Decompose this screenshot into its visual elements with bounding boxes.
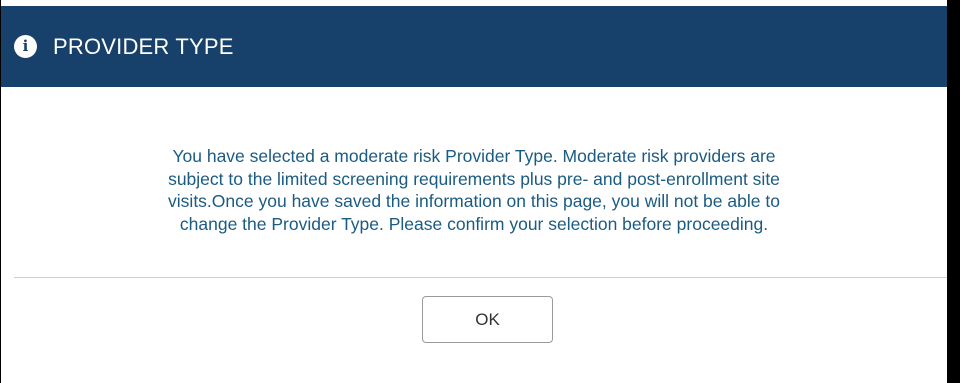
message-line: visits.Once you have saved the informati… [168,191,780,211]
dialog-title: PROVIDER TYPE [53,33,234,59]
info-icon: i [14,35,37,58]
dialog-titlebar: i PROVIDER TYPE [1,0,947,87]
message-line: subject to the limited screening require… [168,168,780,189]
ok-button[interactable]: OK [422,296,553,343]
right-backdrop-edge [947,0,960,383]
message-line: You have selected a moderate risk Provid… [172,146,776,166]
dialog-divider [14,277,951,278]
message-line: change the Provider Type. Please confirm… [179,213,769,234]
titlebar-top-strip [1,0,947,6]
modal-screen: i PROVIDER TYPE You have selected a mode… [0,0,960,383]
dialog-message: You have selected a moderate risk Provid… [1,145,947,235]
provider-type-dialog: i PROVIDER TYPE You have selected a mode… [1,0,951,383]
